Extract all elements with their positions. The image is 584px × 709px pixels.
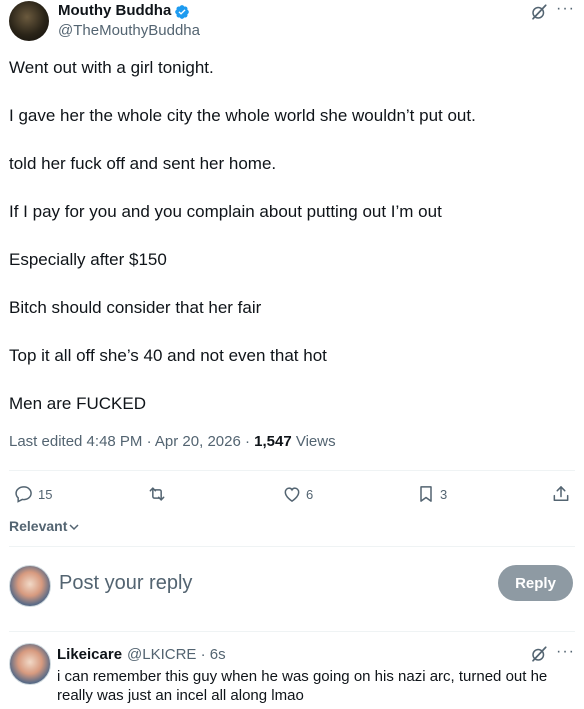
- more-options-icon[interactable]: ···: [556, 0, 575, 18]
- comment-text: i can remember this guy when he was goin…: [57, 668, 548, 704]
- bookmark-icon: [420, 486, 432, 502]
- reply-action[interactable]: 15: [14, 484, 52, 504]
- sort-dropdown[interactable]: Relevant: [9, 518, 80, 534]
- post-text-line: Men are FUCKED: [9, 394, 146, 413]
- more-options-icon[interactable]: ···: [556, 643, 575, 661]
- views-label: Views: [291, 433, 336, 450]
- author-handle[interactable]: @TheMouthyBuddha: [58, 22, 200, 39]
- commenter-avatar[interactable]: [9, 643, 51, 685]
- sort-label: Relevant: [9, 518, 68, 534]
- reply-input[interactable]: Post your reply: [59, 572, 192, 595]
- post-text-line: Especially after $150: [9, 250, 167, 269]
- like-count: 6: [306, 486, 314, 502]
- author-avatar[interactable]: [9, 1, 49, 41]
- post-metadata: Last edited 4:48 PM · Apr 20, 2026 · 1,5…: [9, 433, 336, 450]
- share-icon: [553, 486, 569, 501]
- post-text-line: Went out with a girl tonight.: [9, 58, 214, 77]
- divider: [9, 546, 575, 547]
- post-text-line: I gave her the whole city the whole worl…: [9, 106, 476, 125]
- divider: [9, 631, 575, 632]
- author-name[interactable]: Mouthy Buddha: [58, 2, 171, 19]
- reply-icon: [15, 486, 32, 503]
- like-action[interactable]: 6: [282, 484, 313, 504]
- post-text-line: Top it all off she’s 40 and not even tha…: [9, 346, 327, 365]
- commenter-handle[interactable]: @LKICRE · 6s: [127, 646, 226, 663]
- repost-action[interactable]: [147, 484, 171, 504]
- views-count: 1,547: [254, 433, 292, 450]
- commenter-name[interactable]: Likeicare: [57, 646, 122, 663]
- verified-badge-icon: [175, 5, 189, 19]
- grok-icon[interactable]: [530, 3, 548, 21]
- chevron-down-icon: [69, 524, 79, 531]
- heart-icon: [284, 487, 300, 502]
- user-avatar[interactable]: [9, 565, 51, 607]
- share-action[interactable]: [551, 484, 571, 504]
- edited-timestamp[interactable]: Last edited 4:48 PM · Apr 20, 2026 ·: [9, 433, 254, 450]
- reply-button[interactable]: Reply: [498, 565, 573, 601]
- repost-icon: [149, 487, 165, 501]
- divider: [9, 470, 575, 471]
- grok-icon[interactable]: [530, 645, 548, 663]
- bookmark-count: 3: [440, 486, 448, 502]
- reply-count: 15: [38, 486, 53, 502]
- post-text-line: told her fuck off and sent her home.: [9, 154, 277, 173]
- bookmark-action[interactable]: 3: [416, 484, 447, 504]
- post-text-line: Bitch should consider that her fair: [9, 298, 262, 317]
- post-text-line: If I pay for you and you complain about …: [9, 202, 442, 221]
